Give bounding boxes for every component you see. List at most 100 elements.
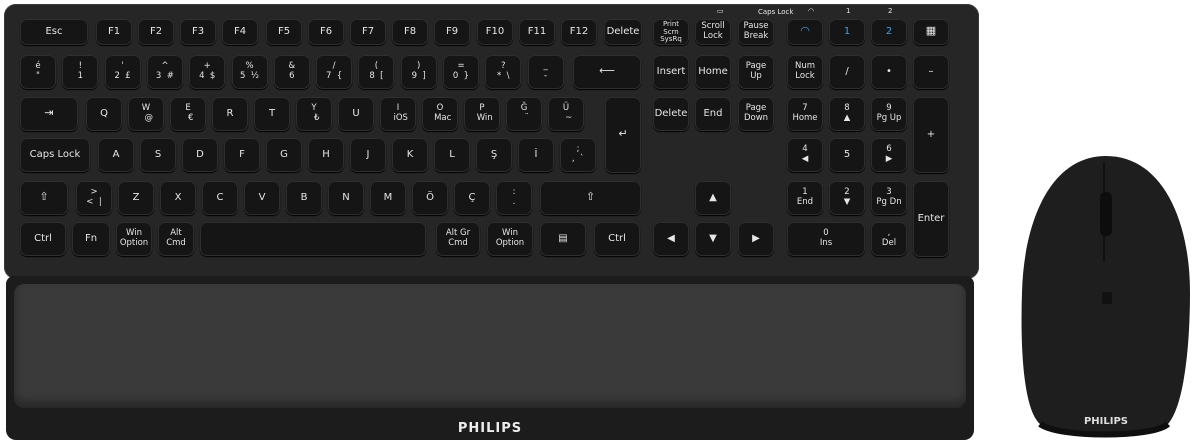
f3-key[interactable]: F3 (180, 19, 216, 45)
r3-key-1-key[interactable]: S (140, 138, 176, 172)
r2-key-3-key[interactable]: R (212, 97, 248, 131)
r3-key-5-key[interactable]: H (308, 138, 344, 172)
r4-key-0-key[interactable]: > < | (76, 181, 112, 215)
numpad-dot-key[interactable]: , Del (871, 222, 907, 256)
caps-lock-key[interactable]: Caps Lock (20, 138, 90, 172)
r4-key-9-key[interactable]: Ç (454, 181, 490, 215)
r2-key-9-key[interactable]: P Win (464, 97, 500, 131)
numpad-2-key[interactable]: 2 ▼ (829, 181, 865, 215)
win-option-right-key[interactable]: Win Option (487, 222, 533, 256)
r3-key-10-key[interactable]: İ (518, 138, 554, 172)
r4-key-2-key[interactable]: X (160, 181, 196, 215)
r4-key-3-key[interactable]: C (202, 181, 238, 215)
r3-key-3-key[interactable]: F (224, 138, 260, 172)
enter-main-key[interactable]: ↵ (605, 97, 641, 173)
end-key[interactable]: End (695, 97, 731, 131)
altgr-cmd-key[interactable]: Alt Gr Cmd (436, 222, 480, 256)
r2-key-0-key[interactable]: Q (86, 97, 122, 131)
r1-key-9-key[interactable]: ) 9 ] (400, 55, 437, 89)
device-key-key[interactable]: ▦ (913, 19, 949, 45)
r4-key-8-key[interactable]: Ö (412, 181, 448, 215)
r3-key-7-key[interactable]: K (392, 138, 428, 172)
arrow-left-key[interactable]: ◀ (653, 222, 689, 256)
bt1-key-key[interactable]: 1 (829, 19, 865, 45)
f5-key[interactable]: F5 (266, 19, 302, 45)
win-option-key[interactable]: Win Option (116, 222, 152, 256)
delete-top-key[interactable]: Delete (604, 19, 642, 45)
pause-break-key[interactable]: Pause Break (738, 19, 774, 45)
numpad-8-key[interactable]: 8 ▲ (829, 97, 865, 131)
numpad-multiply-key[interactable]: • (871, 55, 907, 89)
scroll-lock-key[interactable]: Scroll Lock (695, 19, 731, 45)
r4-key-1-key[interactable]: Z (118, 181, 154, 215)
num-lock-key[interactable]: Num Lock (787, 55, 823, 89)
shift-left-key[interactable]: ⇧ (20, 181, 68, 215)
shift-right-key[interactable]: ⇧ (540, 181, 641, 215)
r3-key-2-key[interactable]: D (182, 138, 218, 172)
r2-key-11-key[interactable]: Ü ~ (548, 97, 584, 131)
wifi-key-key[interactable]: ◠ (787, 19, 823, 45)
arrow-right-key[interactable]: ▶ (738, 222, 774, 256)
numpad-enter-key[interactable]: Enter (913, 181, 949, 257)
mouse-button-icon[interactable] (1102, 292, 1112, 304)
r1-key-6-key[interactable]: & 6 (273, 55, 310, 89)
numpad-3-key[interactable]: 3 Pg Dn (871, 181, 907, 215)
r1-key-4-key[interactable]: + 4 $ (189, 55, 226, 89)
alt-cmd-key[interactable]: Alt Cmd (158, 222, 194, 256)
r2-key-1-key[interactable]: W @ (128, 97, 164, 131)
esc-key[interactable]: Esc (20, 19, 88, 45)
r2-key-8-key[interactable]: O Mac (422, 97, 458, 131)
numpad-minus-key[interactable]: – (913, 55, 949, 89)
page-up-key[interactable]: Page Up (738, 55, 774, 89)
arrow-up-key[interactable]: ▲ (695, 181, 731, 215)
numpad-1-key[interactable]: 1 End (787, 181, 823, 215)
mouse[interactable]: PHILIPS (1018, 152, 1195, 440)
home-key[interactable]: Home (695, 55, 731, 89)
r1-key-2-key[interactable]: ' 2 £ (104, 55, 141, 89)
numpad-5-key[interactable]: 5 (829, 138, 865, 172)
f8-key[interactable]: F8 (392, 19, 428, 45)
f2-key[interactable]: F2 (138, 19, 174, 45)
r3-key-8-key[interactable]: L (434, 138, 470, 172)
delete-key[interactable]: Delete (653, 97, 689, 131)
backspace-key[interactable]: ⟵ (573, 55, 641, 89)
numpad-divide-key[interactable]: / (829, 55, 865, 89)
r3-key-0-key[interactable]: A (98, 138, 134, 172)
f10-key[interactable]: F10 (477, 19, 513, 45)
f11-key[interactable]: F11 (519, 19, 555, 45)
r1-key-10-key[interactable]: = 0 } (443, 55, 479, 89)
numpad-9-key[interactable]: 9 Pg Up (871, 97, 907, 131)
r2-key-2-key[interactable]: E € (170, 97, 206, 131)
r2-key-7-key[interactable]: I iOS (380, 97, 416, 131)
r4-key-6-key[interactable]: N (328, 181, 364, 215)
r2-key-10-key[interactable]: Ğ ¨ (506, 97, 542, 131)
r3-key-6-key[interactable]: J (350, 138, 386, 172)
r4-key-4-key[interactable]: V (244, 181, 280, 215)
f7-key[interactable]: F7 (350, 19, 386, 45)
ctrl-right-key[interactable]: Ctrl (594, 222, 640, 256)
space-key[interactable] (200, 222, 426, 256)
tab-key[interactable]: ⇥ (20, 97, 78, 131)
f1-key[interactable]: F1 (96, 19, 132, 45)
f6-key[interactable]: F6 (308, 19, 344, 45)
menu-key[interactable]: ▤ (540, 222, 586, 256)
f12-key[interactable]: F12 (561, 19, 597, 45)
numpad-7-key[interactable]: 7 Home (787, 97, 823, 131)
r1-key-3-key[interactable]: ^ 3 # (146, 55, 183, 89)
ctrl-left-key[interactable]: Ctrl (20, 222, 66, 256)
r1-key-7-key[interactable]: / 7 { (316, 55, 353, 89)
r2-key-4-key[interactable]: T (254, 97, 290, 131)
print-screen-key[interactable]: Print Scrn SysRq (653, 19, 689, 45)
r4-key-10-key[interactable]: : . (496, 181, 532, 215)
f4-key[interactable]: F4 (222, 19, 258, 45)
r1-key-11-key[interactable]: ? * \ (485, 55, 522, 89)
f9-key[interactable]: F9 (434, 19, 470, 45)
numpad-plus-key[interactable]: + (913, 97, 949, 173)
r1-key-0-key[interactable]: é " (20, 55, 56, 89)
page-down-key[interactable]: Page Down (738, 97, 774, 131)
arrow-down-key[interactable]: ▼ (695, 222, 731, 256)
r1-key-8-key[interactable]: ( 8 [ (358, 55, 395, 89)
insert-key[interactable]: Insert (653, 55, 689, 89)
fn-key[interactable]: Fn (72, 222, 110, 256)
r3-key-4-key[interactable]: G (266, 138, 302, 172)
